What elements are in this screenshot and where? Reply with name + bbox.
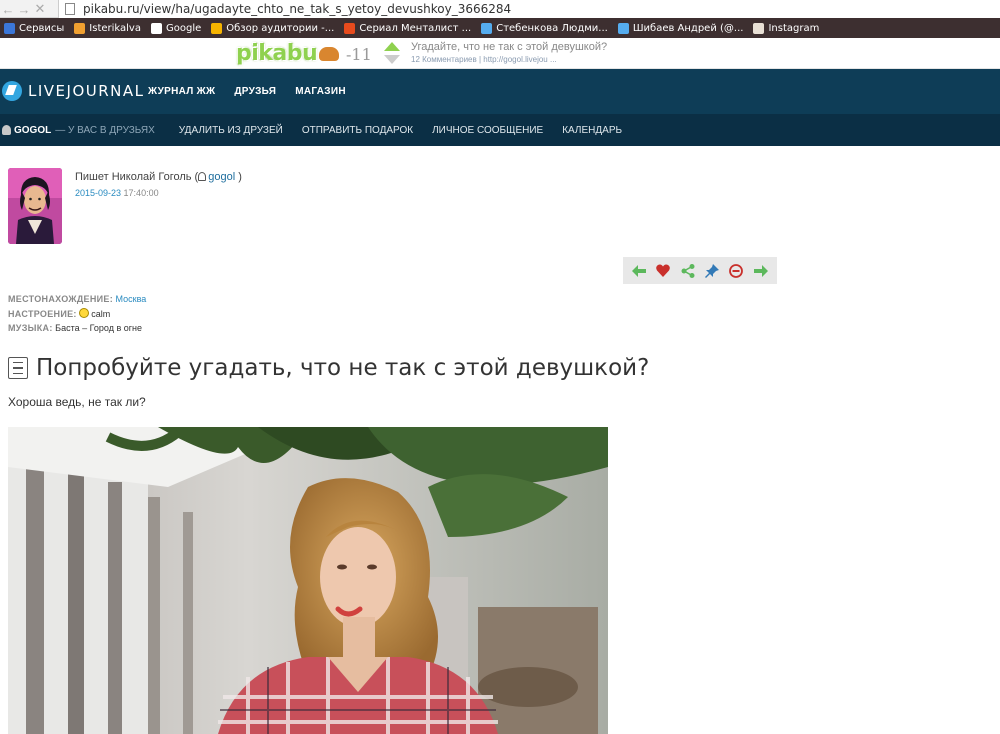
send-gift-link[interactable]: ОТПРАВИТЬ ПОДАРОК xyxy=(302,125,413,136)
post-title-text[interactable]: Попробуйте угадать, что не так с этой де… xyxy=(36,355,649,381)
menu-item-friends[interactable]: ДРУЗЬЯ xyxy=(234,86,276,97)
user-icon xyxy=(2,125,11,135)
entry-toolbar xyxy=(623,257,777,284)
page-icon xyxy=(65,3,75,15)
lj-logo[interactable]: LIVEJOURNAL xyxy=(2,81,145,101)
bookmark-favicon-icon xyxy=(481,22,493,34)
location-link[interactable]: Москва xyxy=(116,294,147,304)
bookmark-favicon-icon xyxy=(344,22,356,34)
bookmark-favicon-icon xyxy=(74,22,86,34)
lj-header: LIVEJOURNAL ЖУРНАЛ ЖЖ ДРУЗЬЯ МАГАЗИН xyxy=(0,69,1000,114)
url-text: pikabu.ru/view/ha/ugadayte_chto_ne_tak_s… xyxy=(83,2,512,16)
private-message-link[interactable]: ЛИЧНОЕ СООБЩЕНИЕ xyxy=(432,125,543,136)
bookmark-label: Шибаев Андрей (@... xyxy=(632,22,744,34)
vote-arrows xyxy=(384,42,400,64)
bookmark-label: Isterikalva xyxy=(89,22,141,34)
friend-status: — У ВАС В ДРУЗЬЯХ xyxy=(55,124,155,136)
back-arrow-icon[interactable]: ← xyxy=(0,2,16,17)
post-time: 17:40:00 xyxy=(121,188,159,198)
post-title: Попробуйте угадать, что не так с этой де… xyxy=(8,355,649,381)
notebook-icon xyxy=(8,357,28,379)
close-icon[interactable]: ✕ xyxy=(32,1,48,17)
menu-item-shop[interactable]: МАГАЗИН xyxy=(295,86,346,97)
bookmark-label: Сервисы xyxy=(19,22,65,34)
browser-address-bar: ← → ✕ pikabu.ru/view/ha/ugadayte_chto_ne… xyxy=(0,0,1000,18)
browser-nav-buttons: ← → ✕ xyxy=(0,0,48,18)
bookmarks-bar: Сервисы Isterikalva Google Обзор аудитории … xyxy=(0,18,1000,38)
mood-value: calm xyxy=(91,308,111,319)
forward-arrow-icon[interactable]: → xyxy=(16,2,32,17)
pin-icon[interactable] xyxy=(703,262,721,280)
upvote-arrow-icon[interactable] xyxy=(384,42,400,51)
bookmark-item[interactable]: Сервисы xyxy=(4,22,65,34)
post-date: 2015-09-23 17:40:00 xyxy=(75,188,159,198)
entry-meta: МЕСТОНАХОЖДЕНИЕ: Москва НАСТРОЕНИЕ: calm… xyxy=(8,292,146,336)
mood-label: НАСТРОЕНИЕ: xyxy=(8,308,77,319)
bookmark-item[interactable]: Обзор аудитории -... xyxy=(211,22,335,34)
bookmark-label: Стебенкова Людми... xyxy=(496,22,608,34)
post-lead-text: Хороша ведь, не так ли? xyxy=(8,395,146,409)
pikabu-logo[interactable]: pikabu xyxy=(236,41,340,66)
share-icon[interactable] xyxy=(679,262,697,280)
bookmark-favicon-icon xyxy=(4,22,15,34)
journal-user-name: GOGOL xyxy=(14,124,52,136)
bookmark-favicon-icon xyxy=(150,22,162,34)
author-suffix: ) xyxy=(235,171,242,183)
bookmark-favicon-icon xyxy=(753,22,765,34)
bookmark-item[interactable]: Instagram xyxy=(753,22,820,34)
pikabu-post-title[interactable]: Угадайте, что не так с этой девушкой? xyxy=(411,41,607,53)
remove-friend-link[interactable]: УДАЛИТЬ ИЗ ДРУЗЕЙ xyxy=(179,125,283,136)
post-date-link[interactable]: 2015-09-23 xyxy=(75,188,121,198)
bookmark-item[interactable]: Шибаев Андрей (@... xyxy=(617,22,744,34)
woman-photo-image xyxy=(8,427,608,734)
livejournal-icon xyxy=(2,81,22,101)
bookmark-label: Обзор аудитории -... xyxy=(226,22,335,34)
lj-main-menu: ЖУРНАЛ ЖЖ ДРУЗЬЯ МАГАЗИН xyxy=(148,86,365,97)
pikabu-bar: pikabu -11 Угадайте, что не так с этой д… xyxy=(0,38,1000,69)
avatar[interactable] xyxy=(8,168,62,244)
bookmark-favicon-icon xyxy=(211,22,223,34)
menu-item-journal[interactable]: ЖУРНАЛ ЖЖ xyxy=(148,86,215,97)
pikabu-post-subtitle[interactable]: 12 Комментариев | http://gogol.livejou .… xyxy=(411,55,557,64)
bookmark-label: Instagram xyxy=(768,22,820,34)
smile-icon xyxy=(79,307,90,318)
bookmark-label: Google xyxy=(165,22,202,34)
url-input[interactable]: pikabu.ru/view/ha/ugadayte_chto_ne_tak_s… xyxy=(58,0,1000,18)
author-user-link[interactable]: gogol xyxy=(208,171,235,183)
author-name: Пишет Николай Гоголь ( xyxy=(75,171,199,183)
bookmark-item[interactable]: Стебенкова Людми... xyxy=(481,22,608,34)
user-icon xyxy=(198,172,207,181)
bookmark-label: Сериал Менталист ... xyxy=(359,22,472,34)
bookmark-item[interactable]: Сериал Менталист ... xyxy=(344,22,472,34)
location-row: МЕСТОНАХОЖДЕНИЕ: Москва xyxy=(8,292,146,307)
prev-entry-arrow-icon[interactable] xyxy=(630,262,648,280)
journal-user[interactable]: GOGOL xyxy=(2,125,51,136)
music-row: МУЗЫКА: Баста – Город в огне xyxy=(8,321,146,336)
next-entry-arrow-icon[interactable] xyxy=(752,262,770,280)
lj-logo-text: LIVEJOURNAL xyxy=(28,82,145,100)
bookmark-item[interactable]: Google xyxy=(150,22,202,34)
unsubscribe-icon[interactable] xyxy=(727,262,745,280)
mood-row: НАСТРОЕНИЕ: calm xyxy=(8,307,146,322)
post-photo xyxy=(8,427,608,734)
heart-icon[interactable] xyxy=(654,262,672,280)
gogol-portrait-image xyxy=(8,168,62,244)
music-label: МУЗЫКА: xyxy=(8,323,53,333)
lj-user-bar: GOGOL — У ВАС В ДРУЗЬЯХ УДАЛИТЬ ИЗ ДРУЗЕ… xyxy=(0,114,1000,146)
rating-score: -11 xyxy=(346,45,372,64)
calendar-link[interactable]: КАЛЕНДАРЬ xyxy=(562,125,622,136)
bookmark-favicon-icon xyxy=(617,22,629,34)
bun-icon xyxy=(319,47,340,61)
location-label: МЕСТОНАХОЖДЕНИЕ: xyxy=(8,294,114,304)
pikabu-logo-text: pikabu xyxy=(236,41,318,66)
bookmark-item[interactable]: Isterikalva xyxy=(74,22,141,34)
music-value: Баста – Город в огне xyxy=(55,323,142,333)
downvote-arrow-icon[interactable] xyxy=(384,55,400,64)
author-line: Пишет Николай Гоголь ( gogol ) xyxy=(75,171,242,183)
